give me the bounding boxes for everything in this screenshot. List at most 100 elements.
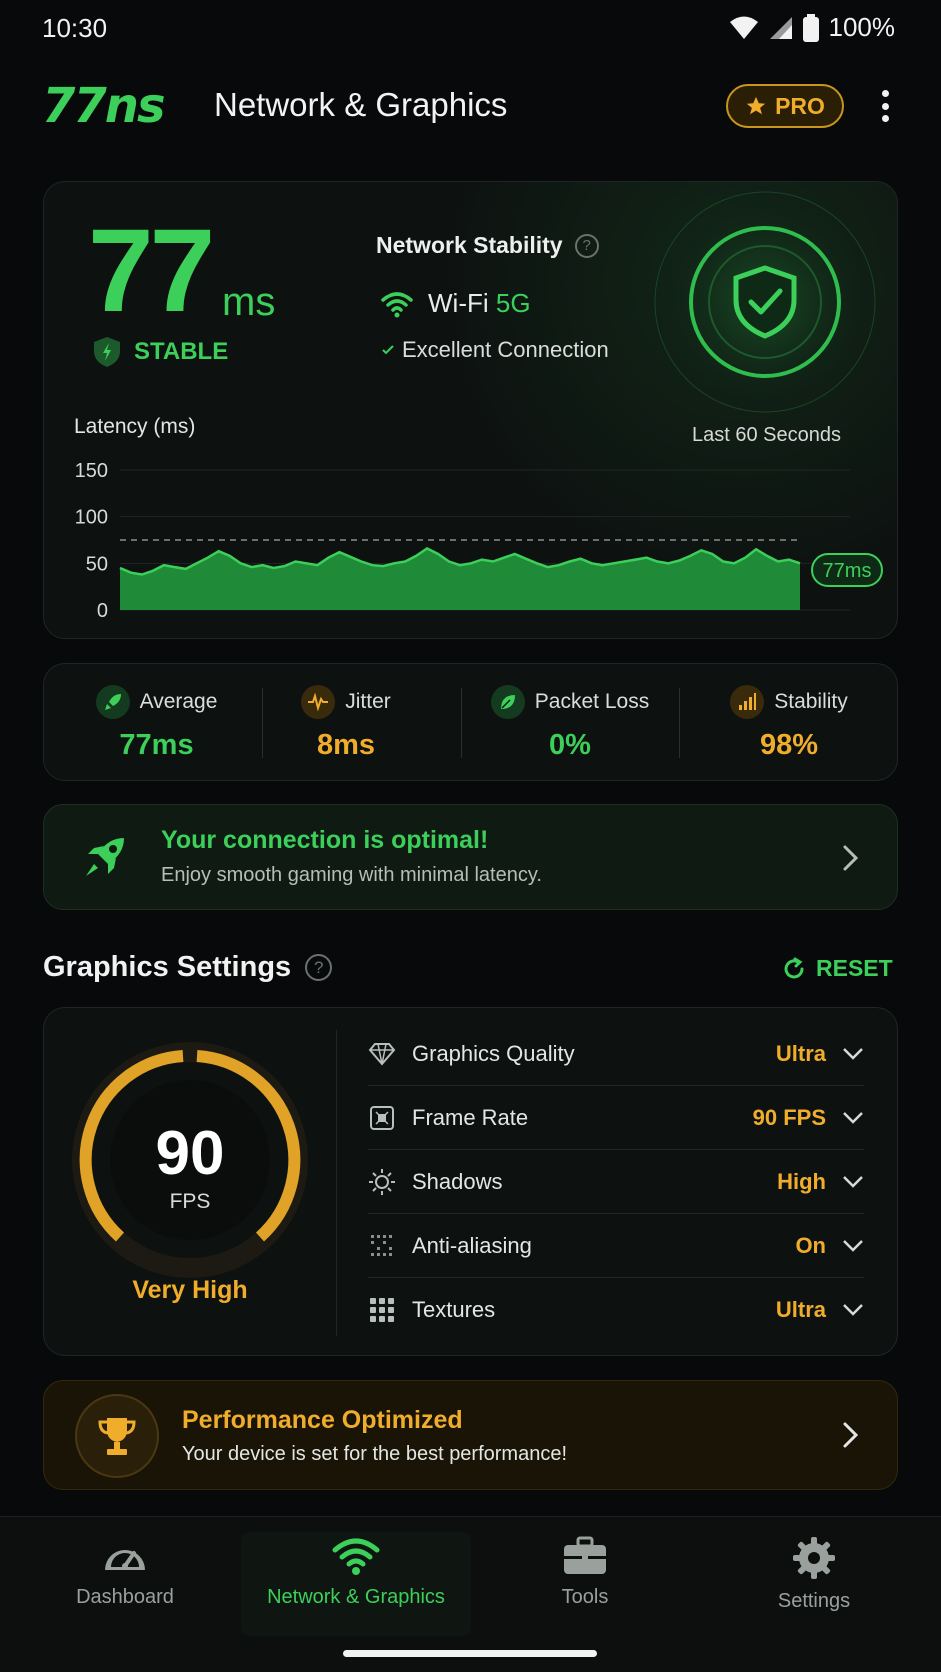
help-icon[interactable]: ? [305, 954, 333, 981]
shield-bolt-icon [94, 337, 120, 367]
setting-textures[interactable]: Textures Ultra [368, 1278, 864, 1342]
chevron-down-icon [843, 1047, 863, 1060]
setting-label: Shadows [412, 1168, 503, 1194]
optimal-subtitle: Enjoy smooth gaming with minimal latency… [161, 864, 542, 886]
setting-anti-aliasing[interactable]: Anti-aliasing On [368, 1214, 864, 1278]
wifi-icon [381, 291, 413, 317]
performance-title: Performance Optimized [182, 1406, 463, 1434]
graphics-title-text: Graphics Settings [43, 951, 292, 983]
pro-button[interactable]: PRO [726, 84, 844, 128]
stat-value: 8ms [316, 728, 376, 761]
shield-check-icon [647, 190, 883, 420]
status-time: 10:30 [42, 13, 108, 43]
nav-network-graphics[interactable]: Network & Graphics [241, 1536, 471, 1609]
cell-signal-icon [769, 16, 792, 39]
stat-label: Average [139, 689, 218, 713]
more-menu-icon[interactable] [874, 86, 896, 126]
current-latency-text: 77ms [823, 560, 872, 582]
wifi-icon [332, 1538, 380, 1575]
chevron-right-icon[interactable] [842, 844, 860, 872]
grid-icon [368, 1296, 396, 1324]
chart-window-label: Last 60 Seconds [692, 424, 841, 446]
setting-label: Graphics Quality [412, 1040, 575, 1066]
network-stability-title: Network Stability ? [376, 232, 599, 259]
diamond-icon [368, 1040, 396, 1068]
pro-label: PRO [775, 92, 825, 119]
connection-quality: Excellent Connection [382, 337, 609, 363]
connection-quality-text: Excellent Connection [402, 337, 609, 362]
stat-label: Packet Loss [534, 689, 650, 713]
stat-value: 98% [759, 728, 819, 761]
stat-stability: Stability 98% [679, 664, 899, 782]
optimal-title: Your connection is optimal! [161, 826, 489, 854]
nav-tools[interactable]: Tools [470, 1536, 700, 1609]
connection-optimal-banner[interactable] [43, 804, 898, 910]
nav-label: Network & Graphics [267, 1586, 445, 1608]
setting-value: High [777, 1168, 826, 1194]
help-icon[interactable]: ? [574, 233, 599, 258]
setting-shadows[interactable]: Shadows High [368, 1150, 864, 1214]
setting-label: Textures [412, 1297, 496, 1322]
app-logo: 77ns [42, 78, 166, 134]
y-tick-label: 100 [75, 507, 108, 529]
reset-label: RESET [816, 955, 893, 981]
chevron-right-icon[interactable] [842, 1421, 860, 1449]
trophy-icon [75, 1394, 159, 1478]
setting-frame-rate[interactable]: Frame Rate 90 FPS [368, 1086, 864, 1150]
refresh-icon [784, 957, 804, 978]
stability-title-text: Network Stability [376, 232, 563, 258]
stable-label: STABLE [134, 338, 229, 365]
nav-label: Tools [561, 1586, 609, 1608]
nav-label: Dashboard [76, 1586, 174, 1608]
divider [336, 1030, 337, 1336]
fps-quality: Very High [132, 1276, 248, 1304]
stat-packet-loss: Packet Loss 0% [461, 664, 679, 782]
latency-chart: 150 100 50 0 77ms [75, 460, 883, 622]
wifi-band: 5G [495, 288, 531, 318]
frame-icon [368, 1104, 396, 1132]
nav-dashboard[interactable]: Dashboard [10, 1536, 240, 1609]
sun-icon [368, 1168, 396, 1196]
latency-value: 77 [88, 205, 215, 337]
star-icon [746, 96, 766, 115]
briefcase-icon [564, 1536, 606, 1574]
chart-y-label: Latency (ms) [74, 415, 196, 438]
y-tick-label: 50 [86, 553, 108, 575]
wifi-label: Wi-Fi [428, 288, 489, 318]
setting-graphics-quality[interactable]: Graphics Quality Ultra [368, 1022, 864, 1086]
stat-label: Jitter [345, 689, 391, 713]
bars-icon [730, 684, 765, 719]
performance-subtitle: Your device is set for the best performa… [182, 1443, 568, 1465]
pulse-icon [301, 684, 336, 719]
y-tick-label: 150 [75, 460, 108, 482]
setting-value: Ultra [775, 1040, 826, 1066]
dots-icon [368, 1232, 396, 1260]
fps-value: 90 [155, 1119, 225, 1188]
status-icons: 100% [729, 12, 896, 43]
speedometer-icon [105, 1550, 145, 1570]
stats-card: Average 77ms Jitter 8ms Packet Loss 0% S… [43, 663, 898, 781]
chevron-down-icon [843, 1239, 863, 1252]
latency-area [120, 548, 800, 610]
check-icon [382, 345, 394, 355]
setting-label: Frame Rate [412, 1104, 529, 1130]
battery-percent: 100% [828, 12, 896, 42]
y-tick-label: 0 [97, 600, 108, 622]
page-title: Network & Graphics [214, 86, 508, 123]
graphics-settings-title: Graphics Settings ? [43, 951, 333, 984]
stat-jitter: Jitter 8ms [262, 664, 430, 782]
chevron-down-icon [843, 1175, 863, 1188]
fps-unit: FPS [169, 1190, 211, 1213]
chevron-down-icon [843, 1304, 863, 1316]
stat-label: Stability [774, 689, 848, 713]
performance-banner[interactable] [43, 1380, 898, 1490]
reset-button[interactable]: RESET [782, 955, 893, 982]
nav-label: Settings [777, 1590, 851, 1612]
nav-settings[interactable]: Settings [699, 1536, 929, 1613]
setting-label: Anti-aliasing [412, 1232, 532, 1258]
home-indicator [343, 1650, 597, 1657]
stable-status: STABLE [92, 336, 228, 368]
wifi-signal-icon [729, 16, 758, 39]
stat-value: 0% [549, 728, 591, 761]
latency-unit: ms [222, 280, 276, 324]
